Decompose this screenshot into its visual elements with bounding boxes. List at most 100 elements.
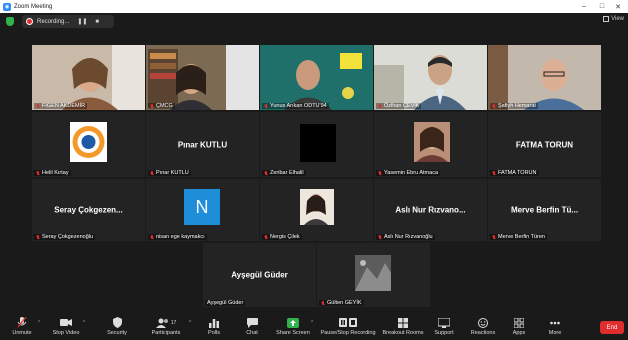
maximize-button[interactable]: □	[594, 0, 610, 13]
participant-name: Ayşegül Güder	[205, 300, 246, 306]
participant-avatar-black	[300, 124, 336, 162]
participants-icon: 17	[155, 317, 177, 328]
participant-tile[interactable]: Aslı Nur Rızvano... Aslı Nur Rızvanoğlu	[374, 179, 487, 241]
participant-avatar-photo	[317, 243, 430, 307]
chat-button[interactable]: Chat	[238, 313, 266, 340]
reactions-smiley-icon	[478, 317, 488, 328]
video-options-chevron-icon[interactable]: ^	[83, 320, 85, 326]
participant-tile[interactable]: Zeribar Elhalil	[260, 112, 373, 177]
participant-display-name: Merve Berfin Tü...	[510, 205, 579, 215]
participants-count: 17	[170, 319, 177, 326]
participant-tile[interactable]: Helil Kırtay	[32, 112, 145, 177]
participant-tile[interactable]: FATMA TORUN FATMA TORUN	[488, 112, 601, 177]
participant-tile[interactable]: Gülten GEYİK	[317, 243, 430, 307]
participant-name: nisan ege kaymakcı	[148, 234, 207, 240]
title-bar: ◉ Zoom Meeting – □ ✕	[0, 0, 628, 13]
participant-name: Pınar KUTLU	[148, 170, 191, 176]
muted-mic-icon	[492, 234, 496, 240]
muted-mic-icon	[150, 234, 154, 240]
muted-mic-icon	[150, 103, 154, 109]
recording-label: Recording...	[37, 18, 70, 25]
participant-avatar-letter: N	[184, 189, 220, 225]
meeting-toolbar: Unmute ^ Stop Video ^ Security 17 Partic…	[0, 313, 628, 340]
shield-icon[interactable]	[6, 17, 14, 26]
pause-stop-icon	[339, 317, 357, 328]
view-button[interactable]: View	[603, 16, 624, 22]
participant-display-name: Aslı Nur Rızvano...	[395, 205, 466, 215]
reactions-button[interactable]: Reactions	[466, 313, 500, 340]
polls-button[interactable]: Polls	[200, 313, 228, 340]
muted-mic-icon	[378, 103, 382, 109]
security-button[interactable]: Security	[100, 313, 134, 340]
muted-mic-icon	[378, 234, 382, 240]
participant-name: Özlhan ÇEVİK	[376, 103, 422, 109]
participant-name: FATMA TORUN	[490, 170, 539, 176]
participant-name: Merve Berfin Türen	[490, 234, 547, 240]
pause-recording-button[interactable]: ❚❚	[77, 18, 87, 25]
muted-mic-icon	[264, 103, 268, 109]
more-button[interactable]: More	[542, 313, 568, 340]
apps-button[interactable]: Apps	[506, 313, 532, 340]
muted-microphone-icon	[17, 317, 27, 328]
share-screen-button[interactable]: Share Screen	[274, 313, 312, 340]
participant-tile-active-speaker[interactable]: Özlhan ÇEVİK	[374, 45, 487, 110]
muted-mic-icon	[264, 234, 268, 240]
participant-tile[interactable]: Pınar KUTLU Pınar KUTLU	[146, 112, 259, 177]
participant-video	[260, 45, 373, 110]
zoom-window: ◉ Zoom Meeting – □ ✕ Recording... ❚❚ ■ V…	[0, 0, 628, 340]
participant-name: ÇMCG	[148, 103, 175, 109]
participant-tile[interactable]: Şafiyh Hemarat	[488, 45, 601, 110]
support-button[interactable]: Support	[430, 313, 458, 340]
stop-video-button[interactable]: Stop Video	[47, 313, 85, 340]
participant-video	[488, 45, 601, 110]
participant-tile[interactable]: Yunus Arıkan ODTU'94	[260, 45, 373, 110]
participant-tile[interactable]: Merve Berfin Tü... Merve Berfin Türen	[488, 179, 601, 241]
participant-display-name: Ayşegül Güder	[231, 270, 288, 280]
zoom-logo-icon: ◉	[3, 2, 11, 11]
participant-video	[32, 45, 145, 110]
participant-tile[interactable]: Yasemin Ebru Atmaca	[374, 112, 487, 177]
share-screen-icon	[287, 317, 299, 328]
polls-bar-chart-icon	[209, 317, 219, 328]
participant-tile[interactable]: N nisan ege kaymakcı	[146, 179, 259, 241]
participant-name: Zeribar Elhalil	[262, 170, 306, 176]
video-camera-icon	[60, 317, 72, 328]
muted-mic-icon	[36, 170, 40, 176]
share-options-chevron-icon[interactable]: ^	[311, 320, 313, 326]
participant-display-name: FATMA TORUN	[515, 140, 574, 149]
muted-mic-icon	[492, 103, 496, 109]
participant-name: Yasemin Ebru Atmaca	[376, 170, 441, 176]
close-button[interactable]: ✕	[610, 0, 626, 13]
apps-icon	[514, 317, 524, 328]
participant-tile[interactable]: Seray Çokgezen... Seray Çokgezenoğlu	[32, 179, 145, 241]
muted-mic-icon	[150, 170, 154, 176]
muted-mic-icon	[36, 103, 40, 109]
grid-icon	[603, 16, 610, 22]
recording-dot-icon	[26, 18, 33, 25]
stop-recording-button[interactable]: ■	[95, 19, 99, 25]
participant-avatar-photo	[260, 179, 373, 241]
muted-mic-icon	[36, 234, 40, 240]
audio-options-chevron-icon[interactable]: ^	[38, 320, 40, 326]
unmute-button[interactable]: Unmute	[6, 313, 38, 340]
participant-tile[interactable]: Ayşegül Güder Ayşegül Güder	[203, 243, 316, 307]
participant-tile[interactable]: FİGEN AKDEMİR	[32, 45, 145, 110]
end-meeting-button[interactable]: End	[600, 321, 624, 334]
view-label: View	[611, 16, 624, 22]
participant-video	[146, 45, 259, 110]
minimize-button[interactable]: –	[576, 0, 592, 13]
breakout-rooms-grid-icon	[398, 317, 408, 328]
participant-tile[interactable]: ÇMCG	[146, 45, 259, 110]
muted-mic-icon	[321, 300, 325, 306]
participant-display-name: Seray Çokgezen...	[54, 205, 123, 215]
meeting-topbar: Recording... ❚❚ ■ View	[0, 13, 628, 30]
participants-button[interactable]: 17 Participants	[148, 313, 184, 340]
participant-avatar-logo	[32, 112, 145, 177]
participant-tile[interactable]: Nergis Çilek	[260, 179, 373, 241]
participants-options-chevron-icon[interactable]: ^	[189, 320, 191, 326]
breakout-rooms-button[interactable]: Breakout Rooms	[380, 313, 426, 340]
participant-avatar-photo	[374, 112, 487, 177]
participant-name: Gülten GEYİK	[319, 300, 364, 306]
pause-stop-recording-button[interactable]: Pause/Stop Recording	[320, 313, 376, 340]
participant-name: Yunus Arıkan ODTU'94	[262, 103, 329, 109]
